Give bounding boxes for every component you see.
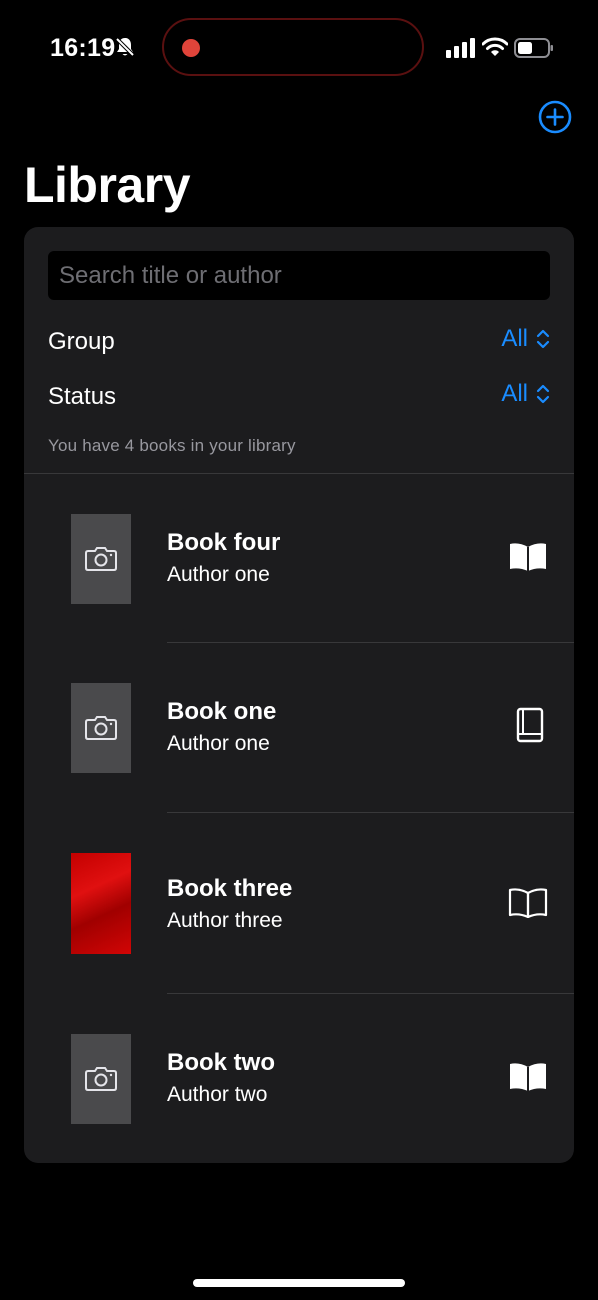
status-picker[interactable]: All: [501, 380, 550, 408]
battery-icon: [514, 38, 553, 58]
status-filter-row[interactable]: Status All: [48, 378, 550, 418]
bell-slash-icon: [115, 37, 135, 57]
status-bar: 16:19: [0, 0, 598, 96]
search-input[interactable]: [48, 251, 550, 300]
camera-placeholder-icon: [71, 514, 131, 604]
home-indicator[interactable]: [193, 1279, 405, 1287]
status-label: Status: [48, 383, 117, 410]
book-author: Author one: [167, 732, 270, 755]
status-time: 16:19: [50, 34, 116, 62]
chevron-up-down-icon: [536, 329, 550, 349]
book-author: Author three: [167, 909, 283, 932]
book-author: Author one: [167, 563, 270, 586]
book-title: Book three: [167, 875, 293, 902]
cellular-signal-icon: [446, 38, 475, 58]
status-value: All: [501, 380, 528, 407]
group-value: All: [501, 325, 528, 352]
book-title: Book one: [167, 698, 277, 725]
group-filter-row[interactable]: Group All: [48, 323, 550, 363]
book-open-filled-icon: [510, 1063, 546, 1091]
book-row[interactable]: Book four Author one: [24, 474, 574, 642]
library-count-text: You have 4 books in your library: [48, 436, 296, 455]
book-closed-icon: [516, 707, 544, 743]
book-author: Author two: [167, 1083, 268, 1106]
book-row[interactable]: Book two Author two: [24, 994, 574, 1163]
library-card: Group All Status All You have 4 books in…: [24, 227, 574, 1163]
group-label: Group: [48, 328, 115, 355]
recording-dot-icon: [182, 39, 200, 57]
book-cover-image: [71, 853, 131, 954]
book-open-outline-icon: [508, 888, 548, 918]
book-title: Book four: [167, 529, 281, 556]
group-picker[interactable]: All: [501, 325, 550, 353]
book-title: Book two: [167, 1049, 275, 1076]
camera-placeholder-icon: [71, 683, 131, 773]
chevron-up-down-icon: [536, 384, 550, 404]
book-row[interactable]: Book one Author one: [24, 643, 574, 812]
book-row[interactable]: Book three Author three: [24, 813, 574, 993]
page-title: Library: [24, 157, 191, 213]
book-open-filled-icon: [510, 543, 546, 571]
dynamic-island: [162, 18, 424, 76]
add-book-button[interactable]: [537, 99, 573, 135]
wifi-icon: [482, 37, 508, 56]
camera-placeholder-icon: [71, 1034, 131, 1124]
